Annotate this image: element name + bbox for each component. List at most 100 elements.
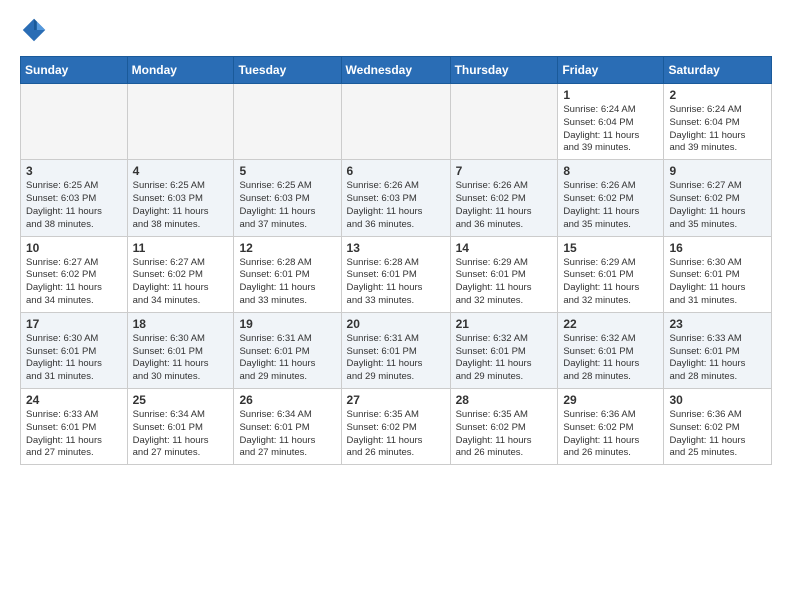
day-info: Sunrise: 6:29 AM Sunset: 6:01 PM Dayligh…: [456, 257, 553, 308]
day-number: 27: [347, 393, 445, 407]
week-row-3: 10 Sunrise: 6:27 AM Sunset: 6:02 PM Dayli…: [21, 236, 772, 312]
day-info: Sunrise: 6:33 AM Sunset: 6:01 PM Dayligh…: [26, 409, 122, 460]
weekday-header-wednesday: Wednesday: [341, 57, 450, 84]
day-number: 19: [239, 317, 335, 331]
day-number: 12: [239, 241, 335, 255]
day-info: Sunrise: 6:25 AM Sunset: 6:03 PM Dayligh…: [239, 180, 335, 231]
calendar-cell: 26Sunrise: 6:34 AM Sunset: 6:01 PM Dayli…: [234, 389, 341, 465]
day-number: 5: [239, 164, 335, 178]
calendar-cell: [127, 84, 234, 160]
calendar-cell: 9Sunrise: 6:27 AM Sunset: 6:02 PM Daylig…: [664, 160, 772, 236]
week-row-5: 24 Sunrise: 6:33 AM Sunset: 6:01 PM Dayli…: [21, 389, 772, 465]
day-number: 15: [563, 241, 658, 255]
day-number: 1: [563, 88, 658, 102]
day-number: 18: [133, 317, 229, 331]
day-number: 8: [563, 164, 658, 178]
day-number: 11: [133, 241, 229, 255]
calendar-cell: 28 Sunrise: 6:35 AM Sunset: 6:02 PM Dayli…: [450, 389, 558, 465]
calendar-cell: 12 Sunrise: 6:28 AM Sunset: 6:01 PM Dayli…: [234, 236, 341, 312]
page-container: SundayMondayTuesdayWednesdayThursdayFrid…: [0, 0, 792, 475]
calendar-cell: [341, 84, 450, 160]
day-number: 28: [456, 393, 553, 407]
calendar-cell: [450, 84, 558, 160]
calendar-cell: 23 Sunrise: 6:33 AM Sunset: 6:01 PM Dayli…: [664, 312, 772, 388]
calendar-cell: 22 Sunrise: 6:32 AM Sunset: 6:01 PM Dayli…: [558, 312, 664, 388]
day-info: Sunrise: 6:29 AM Sunset: 6:01 PM Dayligh…: [563, 257, 658, 308]
day-number: 16: [669, 241, 766, 255]
week-row-1: 1 Sunrise: 6:24 AM Sunset: 6:04 PM Daylig…: [21, 84, 772, 160]
day-info: Sunrise: 6:31 AM Sunset: 6:01 PM Dayligh…: [239, 333, 335, 384]
day-number: 7: [456, 164, 553, 178]
calendar-cell: 5 Sunrise: 6:25 AM Sunset: 6:03 PM Daylig…: [234, 160, 341, 236]
calendar-cell: [21, 84, 128, 160]
calendar-cell: 25 Sunrise: 6:34 AM Sunset: 6:01 PM Dayli…: [127, 389, 234, 465]
day-info: Sunrise: 6:35 AM Sunset: 6:02 PM Dayligh…: [347, 409, 445, 460]
day-info: Sunrise: 6:25 AM Sunset: 6:03 PM Dayligh…: [133, 180, 229, 231]
day-info: Sunrise: 6:32 AM Sunset: 6:01 PM Dayligh…: [563, 333, 658, 384]
calendar-cell: 17 Sunrise: 6:30 AM Sunset: 6:01 PM Dayli…: [21, 312, 128, 388]
weekday-header-tuesday: Tuesday: [234, 57, 341, 84]
calendar-cell: 21 Sunrise: 6:32 AM Sunset: 6:01 PM Dayli…: [450, 312, 558, 388]
logo: [20, 16, 52, 44]
day-info: Sunrise: 6:26 AM Sunset: 6:02 PM Dayligh…: [563, 180, 658, 231]
day-info: Sunrise: 6:30 AM Sunset: 6:01 PM Dayligh…: [133, 333, 229, 384]
calendar-cell: 19 Sunrise: 6:31 AM Sunset: 6:01 PM Dayli…: [234, 312, 341, 388]
calendar-cell: 16Sunrise: 6:30 AM Sunset: 6:01 PM Dayli…: [664, 236, 772, 312]
day-number: 22: [563, 317, 658, 331]
calendar-cell: 29Sunrise: 6:36 AM Sunset: 6:02 PM Dayli…: [558, 389, 664, 465]
day-number: 10: [26, 241, 122, 255]
day-info: Sunrise: 6:30 AM Sunset: 6:01 PM Dayligh…: [26, 333, 122, 384]
calendar-cell: 1 Sunrise: 6:24 AM Sunset: 6:04 PM Daylig…: [558, 84, 664, 160]
day-number: 26: [239, 393, 335, 407]
day-info: Sunrise: 6:26 AM Sunset: 6:03 PM Dayligh…: [347, 180, 445, 231]
day-info: Sunrise: 6:25 AM Sunset: 6:03 PM Dayligh…: [26, 180, 122, 231]
logo-icon: [20, 16, 48, 44]
day-info: Sunrise: 6:36 AM Sunset: 6:02 PM Dayligh…: [669, 409, 766, 460]
day-number: 13: [347, 241, 445, 255]
calendar-cell: 30Sunrise: 6:36 AM Sunset: 6:02 PM Dayli…: [664, 389, 772, 465]
calendar-cell: 27 Sunrise: 6:35 AM Sunset: 6:02 PM Dayli…: [341, 389, 450, 465]
day-number: 3: [26, 164, 122, 178]
calendar-cell: 13 Sunrise: 6:28 AM Sunset: 6:01 PM Dayli…: [341, 236, 450, 312]
day-number: 20: [347, 317, 445, 331]
calendar-cell: 10 Sunrise: 6:27 AM Sunset: 6:02 PM Dayli…: [21, 236, 128, 312]
day-info: Sunrise: 6:27 AM Sunset: 6:02 PM Dayligh…: [133, 257, 229, 308]
day-info: Sunrise: 6:32 AM Sunset: 6:01 PM Dayligh…: [456, 333, 553, 384]
header: [20, 16, 772, 44]
calendar-cell: 4Sunrise: 6:25 AM Sunset: 6:03 PM Daylig…: [127, 160, 234, 236]
day-number: 24: [26, 393, 122, 407]
calendar-cell: 20Sunrise: 6:31 AM Sunset: 6:01 PM Dayli…: [341, 312, 450, 388]
day-number: 2: [669, 88, 766, 102]
calendar-cell: 15 Sunrise: 6:29 AM Sunset: 6:01 PM Dayli…: [558, 236, 664, 312]
calendar-cell: [234, 84, 341, 160]
day-number: 23: [669, 317, 766, 331]
calendar-cell: 14 Sunrise: 6:29 AM Sunset: 6:01 PM Dayli…: [450, 236, 558, 312]
week-row-2: 3 Sunrise: 6:25 AM Sunset: 6:03 PM Daylig…: [21, 160, 772, 236]
day-info: Sunrise: 6:28 AM Sunset: 6:01 PM Dayligh…: [239, 257, 335, 308]
day-number: 17: [26, 317, 122, 331]
weekday-header-row: SundayMondayTuesdayWednesdayThursdayFrid…: [21, 57, 772, 84]
calendar-cell: 2 Sunrise: 6:24 AM Sunset: 6:04 PM Daylig…: [664, 84, 772, 160]
day-number: 14: [456, 241, 553, 255]
calendar-cell: 6Sunrise: 6:26 AM Sunset: 6:03 PM Daylig…: [341, 160, 450, 236]
day-info: Sunrise: 6:27 AM Sunset: 6:02 PM Dayligh…: [26, 257, 122, 308]
calendar-cell: 8 Sunrise: 6:26 AM Sunset: 6:02 PM Daylig…: [558, 160, 664, 236]
day-info: Sunrise: 6:28 AM Sunset: 6:01 PM Dayligh…: [347, 257, 445, 308]
weekday-header-monday: Monday: [127, 57, 234, 84]
day-info: Sunrise: 6:26 AM Sunset: 6:02 PM Dayligh…: [456, 180, 553, 231]
day-info: Sunrise: 6:24 AM Sunset: 6:04 PM Dayligh…: [669, 104, 766, 155]
calendar-cell: 11 Sunrise: 6:27 AM Sunset: 6:02 PM Dayli…: [127, 236, 234, 312]
day-number: 21: [456, 317, 553, 331]
day-info: Sunrise: 6:35 AM Sunset: 6:02 PM Dayligh…: [456, 409, 553, 460]
day-info: Sunrise: 6:33 AM Sunset: 6:01 PM Dayligh…: [669, 333, 766, 384]
calendar: SundayMondayTuesdayWednesdayThursdayFrid…: [20, 56, 772, 465]
day-info: Sunrise: 6:34 AM Sunset: 6:01 PM Dayligh…: [133, 409, 229, 460]
calendar-cell: 18 Sunrise: 6:30 AM Sunset: 6:01 PM Dayli…: [127, 312, 234, 388]
week-row-4: 17 Sunrise: 6:30 AM Sunset: 6:01 PM Dayli…: [21, 312, 772, 388]
day-info: Sunrise: 6:36 AM Sunset: 6:02 PM Dayligh…: [563, 409, 658, 460]
day-number: 9: [669, 164, 766, 178]
weekday-header-saturday: Saturday: [664, 57, 772, 84]
day-number: 25: [133, 393, 229, 407]
weekday-header-thursday: Thursday: [450, 57, 558, 84]
day-info: Sunrise: 6:24 AM Sunset: 6:04 PM Dayligh…: [563, 104, 658, 155]
